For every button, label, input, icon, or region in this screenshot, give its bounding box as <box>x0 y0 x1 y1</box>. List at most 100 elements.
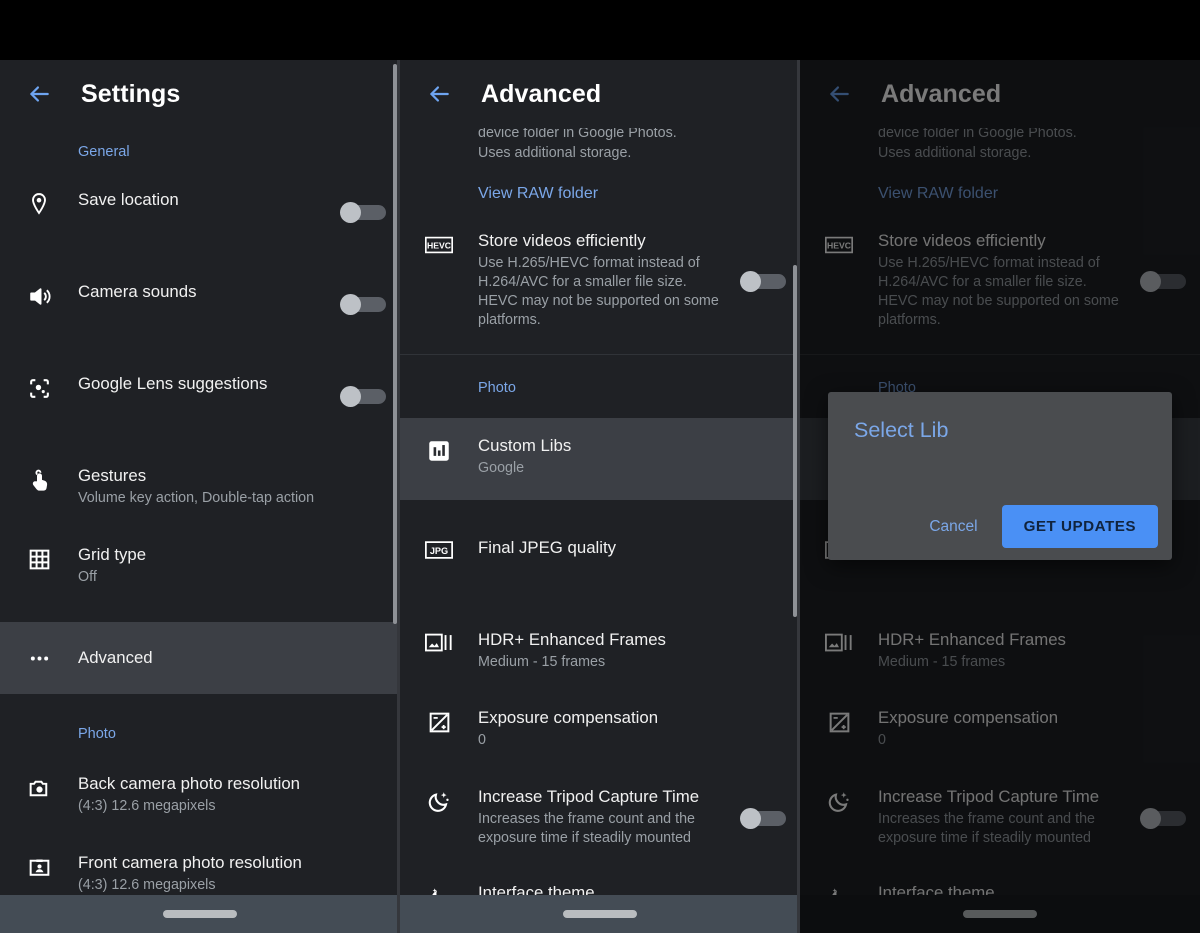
toggle-knob <box>340 294 361 315</box>
row-body: Increase Tripod Capture Time Increases t… <box>878 787 1134 848</box>
row-increase-tripod-capture-time[interactable]: Increase Tripod Capture Time Increases t… <box>400 787 800 848</box>
nav-home-pill[interactable] <box>163 910 237 918</box>
row-body: Google Lens suggestions <box>78 374 334 394</box>
back-arrow-icon[interactable] <box>18 73 60 115</box>
page-title: Advanced <box>481 79 602 108</box>
partial-line-2: Uses additional storage. <box>878 145 1032 161</box>
hevc-badge-icon: HEVC <box>400 231 478 255</box>
row-body: HDR+ Enhanced Frames Medium - 15 frames <box>878 630 1186 672</box>
toggle-increase-tripod-capture-time[interactable] <box>740 807 786 829</box>
exposure-compensation-icon <box>400 708 478 735</box>
row-body: Store videos efficiently Use H.265/HEVC … <box>478 231 734 330</box>
hevc-badge-icon: HEVC <box>800 231 878 255</box>
row-subtitle: Use H.265/HEVC format instead of H.264/A… <box>478 255 719 328</box>
row-subtitle: Increases the frame count and the exposu… <box>878 811 1095 846</box>
row-body: Back camera photo resolution (4:3) 12.6 … <box>78 774 386 816</box>
back-arrow-icon[interactable] <box>818 73 860 115</box>
hdr-frames-icon <box>400 630 478 654</box>
row-title: Grid type <box>78 545 147 564</box>
row-body: Advanced <box>78 648 386 668</box>
advanced-header: Advanced <box>400 60 800 128</box>
nav-home-pill[interactable] <box>963 910 1037 918</box>
select-lib-dialog: Select Lib Cancel GET UPDATES <box>828 392 1172 560</box>
row-body: Store videos efficiently Use H.265/HEVC … <box>878 231 1134 330</box>
row-final-jpeg-quality[interactable]: JPG Final JPEG quality <box>400 538 800 582</box>
row-increase-tripod-capture-time: Increase Tripod Capture Time Increases t… <box>800 787 1200 848</box>
back-arrow-icon[interactable] <box>418 73 460 115</box>
scrollbar-settings[interactable] <box>393 64 397 624</box>
nav-home-pill[interactable] <box>563 910 637 918</box>
row-camera-sounds[interactable]: Camera sounds <box>0 282 400 326</box>
settings-scroll-area[interactable]: General Save location Camera sounds Goog… <box>0 128 400 933</box>
row-custom-libs[interactable]: Custom Libs Google <box>400 418 800 500</box>
more-horizontal-icon <box>0 646 78 671</box>
row-body: Gestures Volume key action, Double-tap a… <box>78 466 386 508</box>
android-nav-bar <box>400 895 800 933</box>
partial-line-2: Uses additional storage. <box>478 145 632 161</box>
panel-settings: Settings General Save location Camera so… <box>0 60 400 933</box>
cancel-button[interactable]: Cancel <box>915 508 991 546</box>
row-title: HDR+ Enhanced Frames <box>878 630 1066 649</box>
android-nav-bar <box>800 895 1200 933</box>
row-body: Custom Libs Google <box>478 436 786 478</box>
row-subtitle: (4:3) 12.6 megapixels <box>78 798 216 814</box>
settings-header: Settings <box>0 60 400 128</box>
toggle-knob <box>740 807 761 829</box>
view-raw-folder-link[interactable]: View RAW folder <box>478 185 800 203</box>
custom-libs-icon <box>400 436 478 464</box>
toggle-camera-sounds[interactable] <box>340 294 386 315</box>
partial-description: device folder in Google Photos. Uses add… <box>400 128 800 203</box>
toggle-knob <box>1140 807 1161 829</box>
row-save-location[interactable]: Save location <box>0 190 400 234</box>
page-title: Settings <box>81 79 181 108</box>
row-title: HDR+ Enhanced Frames <box>478 630 666 649</box>
toggle-increase-tripod-capture-time <box>1140 807 1186 829</box>
row-subtitle: Off <box>78 569 97 585</box>
row-grid-type[interactable]: Grid type Off <box>0 545 400 589</box>
list-divider <box>400 354 800 355</box>
android-nav-bar <box>0 895 400 933</box>
row-body: HDR+ Enhanced Frames Medium - 15 frames <box>478 630 786 672</box>
toggle-google-lens[interactable] <box>340 386 386 407</box>
row-back-camera-resolution[interactable]: Back camera photo resolution (4:3) 12.6 … <box>0 774 400 818</box>
row-subtitle: 0 <box>478 732 486 748</box>
row-title: Store videos efficiently <box>478 231 646 250</box>
dialog-title: Select Lib <box>854 418 949 442</box>
front-camera-icon <box>0 853 78 880</box>
toggle-store-videos-efficiently[interactable] <box>740 270 786 292</box>
svg-text:HEVC: HEVC <box>827 241 851 251</box>
partial-line-1: device folder in Google Photos. <box>478 128 677 141</box>
row-title: Back camera photo resolution <box>78 774 301 793</box>
row-store-videos-efficiently[interactable]: HEVC Store videos efficiently Use H.265/… <box>400 231 800 330</box>
dialog-actions: Cancel GET UPDATES <box>915 505 1158 548</box>
row-advanced[interactable]: Advanced <box>0 622 400 694</box>
row-gestures[interactable]: Gestures Volume key action, Double-tap a… <box>0 466 400 510</box>
toggle-knob <box>340 202 361 223</box>
exposure-compensation-icon <box>800 708 878 735</box>
scrollbar-advanced[interactable] <box>793 265 797 617</box>
row-subtitle: Use H.265/HEVC format instead of H.264/A… <box>878 255 1119 328</box>
row-title: Exposure compensation <box>878 708 1059 727</box>
toggle-save-location[interactable] <box>340 202 386 223</box>
row-subtitle: Increases the frame count and the exposu… <box>478 811 695 846</box>
row-title: Camera sounds <box>78 282 197 301</box>
svg-text:JPG: JPG <box>430 546 448 556</box>
row-front-camera-resolution[interactable]: Front camera photo resolution (4:3) 12.6… <box>0 853 400 897</box>
section-label-general: General <box>78 144 130 160</box>
toggle-knob <box>1140 270 1161 292</box>
row-subtitle: Medium - 15 frames <box>478 654 606 670</box>
row-hdr-enhanced-frames[interactable]: HDR+ Enhanced Frames Medium - 15 frames <box>400 630 800 674</box>
get-updates-button[interactable]: GET UPDATES <box>1001 505 1158 548</box>
tripod-night-icon <box>400 787 478 815</box>
row-title: Custom Libs <box>478 436 572 455</box>
row-exposure-compensation[interactable]: Exposure compensation 0 <box>400 708 800 752</box>
section-label-photo: Photo <box>478 380 516 396</box>
status-bar-black-strip <box>0 0 1200 60</box>
speaker-volume-icon <box>0 282 78 309</box>
advanced-scroll-area[interactable]: device folder in Google Photos. Uses add… <box>400 128 800 933</box>
row-title: Increase Tripod Capture Time <box>878 787 1100 806</box>
panel-advanced-with-dialog: Advanced device folder in Google Photos.… <box>800 60 1200 933</box>
row-title: Advanced <box>78 648 153 667</box>
row-subtitle: Medium - 15 frames <box>878 654 1006 670</box>
row-google-lens-suggestions[interactable]: Google Lens suggestions <box>0 374 400 418</box>
